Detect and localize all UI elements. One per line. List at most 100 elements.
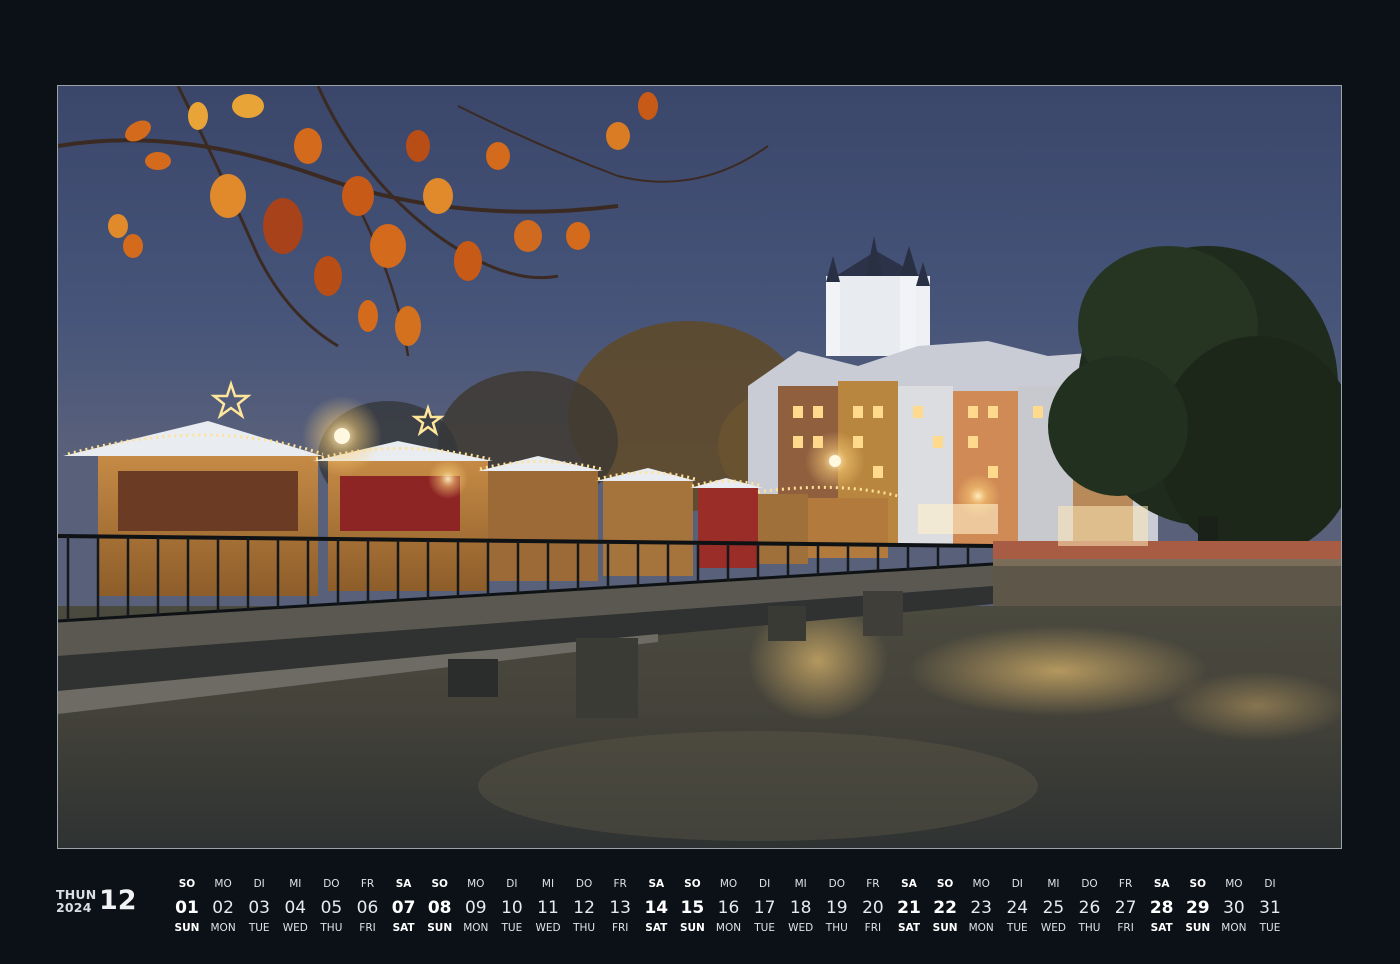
weekday-de: MI <box>1047 878 1060 890</box>
weekday-en: SUN <box>427 922 453 934</box>
day-column: DI 24 TUE <box>999 874 1035 935</box>
weekday-de: DO <box>828 878 845 890</box>
day-number: 20 <box>862 898 884 918</box>
weekday-de: SO <box>178 878 196 890</box>
weekday-en: TUE <box>754 922 775 934</box>
day-number: 31 <box>1259 898 1281 918</box>
day-number: 19 <box>825 898 848 918</box>
weekday-de: MI <box>289 878 302 890</box>
weekday-en: MON <box>1221 922 1247 934</box>
weekday-de: SO <box>1189 878 1207 890</box>
weekday-en: TUE <box>501 922 523 934</box>
weekday-en: SAT <box>645 922 668 934</box>
day-number: 05 <box>320 898 343 918</box>
day-number: 03 <box>248 898 270 918</box>
weekday-en: SAT <box>1150 922 1173 934</box>
day-column: MO 16 MON <box>711 874 747 935</box>
weekday-en: WED <box>1040 922 1066 934</box>
weekday-de: SO <box>431 878 448 890</box>
weekday-en: THU <box>320 922 343 934</box>
day-number: 09 <box>464 898 487 918</box>
night-market-photo <box>58 86 1341 848</box>
day-column: MI 25 WED <box>1035 874 1071 935</box>
weekday-en: SUN <box>1185 922 1211 934</box>
day-column: MO 09 MON <box>458 874 494 935</box>
day-number: 23 <box>970 898 992 918</box>
weekday-de: FR <box>1118 878 1133 890</box>
weekday-en: FRI <box>1117 922 1134 934</box>
day-column: FR 13 FRI <box>602 874 638 935</box>
day-column: SA 14 SAT <box>638 874 674 935</box>
weekday-de: DO <box>1081 878 1098 890</box>
day-number: 21 <box>897 898 921 918</box>
day-number: 26 <box>1078 898 1101 918</box>
weekday-de: SO <box>684 878 701 890</box>
day-number: 17 <box>753 898 776 918</box>
day-number: 07 <box>391 898 416 918</box>
day-column: DO 26 THU <box>1072 874 1108 935</box>
weekday-de: SA <box>1153 878 1170 890</box>
weekday-en: FRI <box>359 922 376 934</box>
calendar-strip: THUN 2024 12 SO 01 SUN MO 02 MON DI 03 TUE MI 04 WE… <box>56 874 1346 944</box>
day-number: 27 <box>1114 898 1137 918</box>
weekday-en: WED <box>788 922 814 934</box>
weekday-de: SA <box>901 878 917 890</box>
weekday-de: SO <box>936 878 954 890</box>
day-column: DI 10 TUE <box>494 874 530 935</box>
day-number: 29 <box>1185 898 1210 918</box>
day-column: DO 12 THU <box>566 874 602 935</box>
weekday-en: SUN <box>174 922 200 934</box>
day-column: DI 17 TUE <box>747 874 783 935</box>
day-number: 01 <box>175 898 199 918</box>
day-number: 25 <box>1042 898 1065 918</box>
day-number: 18 <box>789 898 812 918</box>
weekday-en: MON <box>210 922 236 934</box>
weekday-de: DO <box>575 878 593 890</box>
day-number: 12 <box>573 898 595 918</box>
weekday-de: MO <box>719 878 738 890</box>
day-column: SA 07 SAT <box>386 874 422 935</box>
day-number: 04 <box>284 898 307 918</box>
weekday-de: MO <box>467 878 485 890</box>
day-column: SO 01 SUN <box>169 874 205 935</box>
weekday-de: SA <box>648 878 665 890</box>
day-column: MI 11 WED <box>530 874 566 935</box>
day-number: 16 <box>717 898 740 918</box>
weekday-de: DI <box>506 878 518 890</box>
weekday-en: FRI <box>864 922 882 934</box>
day-number: 11 <box>537 898 559 918</box>
weekday-de: DI <box>253 878 265 890</box>
weekday-de: DI <box>1011 878 1023 890</box>
day-column: FR 20 FRI <box>855 874 891 935</box>
weekday-de: MO <box>972 878 990 890</box>
weekday-de: SA <box>395 878 412 890</box>
day-column: SO 22 SUN <box>927 874 963 935</box>
weekday-en: SUN <box>679 922 705 934</box>
year: 2024 <box>56 900 92 915</box>
weekday-en: TUE <box>1006 922 1028 934</box>
place-year-label: THUN 2024 <box>56 888 96 914</box>
day-column: MO 30 MON <box>1216 874 1252 935</box>
weekday-en: SAT <box>392 922 415 934</box>
calendar-photo <box>57 85 1342 849</box>
day-column: FR 27 FRI <box>1108 874 1144 935</box>
weekday-en: MON <box>463 922 489 934</box>
day-column: MO 02 MON <box>205 874 241 935</box>
day-column: MI 04 WED <box>277 874 313 935</box>
weekday-de: DO <box>323 878 340 890</box>
weekday-en: MON <box>715 922 742 934</box>
weekday-en: MON <box>968 922 994 934</box>
weekday-en: TUE <box>248 922 270 934</box>
day-column: SA 21 SAT <box>891 874 927 935</box>
day-column: DO 19 THU <box>819 874 855 935</box>
weekday-en: THU <box>573 922 596 934</box>
weekday-de: FR <box>360 878 375 890</box>
day-number: 28 <box>1149 898 1174 918</box>
weekday-de: FR <box>866 878 880 890</box>
weekday-en: SUN <box>932 922 958 934</box>
day-number: 14 <box>644 898 669 918</box>
day-number: 24 <box>1006 898 1029 918</box>
day-column: SA 28 SAT <box>1144 874 1180 935</box>
day-number: 22 <box>933 898 957 918</box>
weekday-de: MI <box>541 878 555 890</box>
